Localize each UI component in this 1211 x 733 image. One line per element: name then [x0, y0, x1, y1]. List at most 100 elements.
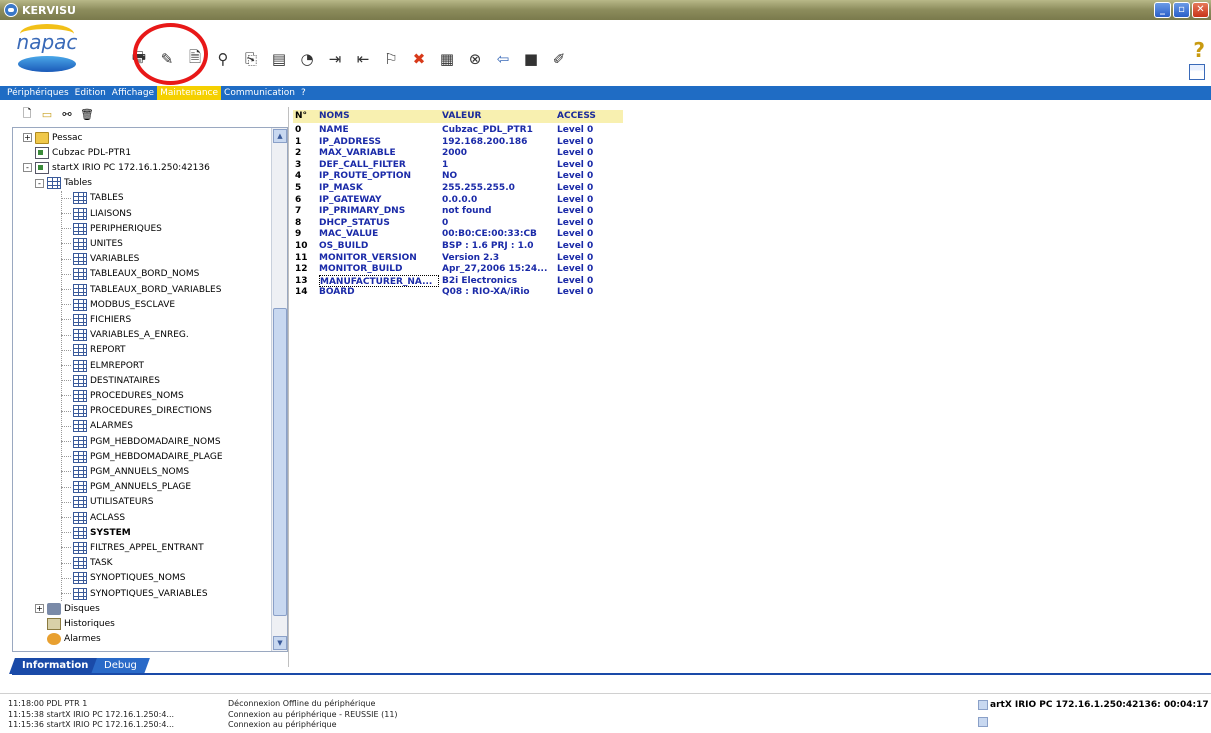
expand-icon[interactable]: + — [35, 604, 44, 614]
cell-no[interactable]: 13 — [295, 275, 317, 287]
help-icon[interactable]: ? — [1193, 38, 1205, 62]
tree-item[interactable]: + Disques — [35, 601, 100, 616]
cell-no[interactable]: 10 — [295, 240, 317, 252]
cell-acc[interactable]: Level 0 — [557, 124, 617, 136]
table-row[interactable]: 3 DEF_CALL_FILTER 1 Level 0 — [293, 159, 623, 171]
tree-item[interactable]: TABLES — [73, 191, 124, 206]
cell-nom[interactable]: BOARD — [319, 286, 439, 298]
scroll-up-button[interactable]: ▲ — [273, 129, 287, 143]
scroll-down-button[interactable]: ▼ — [273, 636, 287, 650]
cell-nom[interactable]: IP_GATEWAY — [319, 194, 439, 206]
cell-val[interactable]: Cubzac_PDL_PTR1 — [442, 124, 554, 136]
cell-val[interactable]: 255.255.255.0 — [442, 182, 554, 194]
cell-val[interactable]: 00:B0:CE:00:33:CB — [442, 228, 554, 240]
cell-nom[interactable]: IP_MASK — [319, 182, 439, 194]
import-icon[interactable]: ⇤ — [352, 48, 374, 70]
properties-icon[interactable]: ▦ — [436, 48, 458, 70]
cell-acc[interactable]: Level 0 — [557, 136, 617, 148]
cell-nom[interactable]: IP_PRIMARY_DNS — [319, 205, 439, 217]
tree-item[interactable]: PERIPHERIQUES — [73, 221, 162, 236]
tree-item[interactable]: ELMREPORT — [73, 358, 144, 373]
table-row[interactable]: 4 IP_ROUTE_OPTION NO Level 0 — [293, 170, 623, 182]
cell-acc[interactable]: Level 0 — [557, 217, 617, 229]
cell-no[interactable]: 9 — [295, 228, 317, 240]
cell-nom[interactable]: MONITOR_VERSION — [319, 252, 439, 264]
tree-item[interactable]: PGM_ANNUELS_PLAGE — [73, 480, 191, 495]
cell-acc[interactable]: Level 0 — [557, 205, 617, 217]
tree-item[interactable]: VARIABLES — [73, 252, 139, 267]
tree-item[interactable]: PROCEDURES_NOMS — [73, 388, 184, 403]
cell-no[interactable]: 11 — [295, 252, 317, 264]
black-panel-icon[interactable]: ■ — [520, 48, 542, 70]
close-button[interactable]: ✕ — [1192, 2, 1209, 18]
cell-val[interactable]: Q08 : RIO-XA/iRio — [442, 286, 554, 298]
cell-no[interactable]: 1 — [295, 136, 317, 148]
table-row[interactable]: 11 MONITOR_VERSION Version 2.3 Level 0 — [293, 252, 623, 264]
cell-no[interactable]: 14 — [295, 286, 317, 298]
binoculars-icon[interactable]: ⚲ — [212, 48, 234, 70]
menu-item-0[interactable]: Périphériques — [4, 86, 72, 100]
cell-val[interactable]: 2000 — [442, 147, 554, 159]
cell-acc[interactable]: Level 0 — [557, 170, 617, 182]
panel-toggle-icon[interactable] — [1189, 64, 1205, 80]
tree-item[interactable]: PGM_ANNUELS_NOMS — [73, 464, 189, 479]
tree-item[interactable]: UNITES — [73, 236, 123, 251]
cancel-icon[interactable]: ✖ — [408, 48, 430, 70]
cell-val[interactable]: 0.0.0.0 — [442, 194, 554, 206]
tree-item[interactable]: ACLASS — [73, 510, 125, 525]
collapse-icon[interactable]: - — [23, 163, 32, 173]
expand-icon[interactable]: + — [23, 133, 32, 142]
cell-nom[interactable]: MAC_VALUE — [319, 228, 439, 240]
tree-item[interactable]: FILTRES_APPEL_ENTRANT — [73, 540, 204, 555]
tree-item[interactable]: PGM_HEBDOMADAIRE_PLAGE — [73, 449, 223, 464]
tree-item[interactable]: VARIABLES_A_ENREG. — [73, 328, 189, 343]
cell-acc[interactable]: Level 0 — [557, 182, 617, 194]
cell-acc[interactable]: Level 0 — [557, 286, 617, 298]
menu-item-3[interactable]: Maintenance — [157, 86, 222, 100]
tree-item[interactable]: FICHIERS — [73, 312, 131, 327]
cell-acc[interactable]: Level 0 — [557, 228, 617, 240]
tree-item[interactable]: PROCEDURES_DIRECTIONS — [73, 404, 212, 419]
maximize-button[interactable]: ▫ — [1173, 2, 1190, 18]
cell-nom[interactable]: NAME — [319, 124, 439, 136]
table-row[interactable]: 6 IP_GATEWAY 0.0.0.0 Level 0 — [293, 194, 623, 206]
tree-item[interactable]: - Tables — [35, 176, 92, 191]
table-row[interactable]: 9 MAC_VALUE 00:B0:CE:00:33:CB Level 0 — [293, 228, 623, 240]
status-scroll-up[interactable] — [978, 699, 988, 710]
cell-no[interactable]: 4 — [295, 170, 317, 182]
copy-icon[interactable]: ⎘ — [240, 48, 262, 70]
paste-icon[interactable]: ▤ — [268, 48, 290, 70]
cell-no[interactable]: 3 — [295, 159, 317, 171]
tree-item[interactable]: TABLEAUX_BORD_VARIABLES — [73, 282, 221, 297]
cell-val[interactable]: BSP : 1.6 PRJ : 1.0 — [442, 240, 554, 252]
tree-item[interactable]: LIAISONS — [73, 206, 132, 221]
cell-val[interactable]: Apr_27,2006 15:24... — [442, 263, 554, 275]
cell-acc[interactable]: Level 0 — [557, 147, 617, 159]
tab-debug[interactable]: Debug — [91, 658, 151, 674]
cell-nom[interactable]: MANUFACTURER_NA... — [319, 274, 439, 287]
cell-no[interactable]: 6 — [295, 194, 317, 206]
tree-item[interactable]: PGM_HEBDOMADAIRE_NOMS — [73, 434, 221, 449]
collapse-icon[interactable]: - — [35, 178, 44, 188]
menu-item-4[interactable]: Communication — [221, 86, 298, 100]
cell-nom[interactable]: DHCP_STATUS — [319, 217, 439, 229]
export-icon[interactable]: ⇥ — [324, 48, 346, 70]
menu-item-5[interactable]: ? — [298, 86, 309, 100]
cell-no[interactable]: 7 — [295, 205, 317, 217]
connect-icon[interactable]: ⚯ — [60, 107, 74, 121]
brush-icon[interactable]: ✐ — [548, 48, 570, 70]
tree-item[interactable]: SYNOPTIQUES_VARIABLES — [73, 586, 208, 601]
table-row[interactable]: 2 MAX_VARIABLE 2000 Level 0 — [293, 147, 623, 159]
tree-item[interactable]: REPORT — [73, 343, 126, 358]
cell-nom[interactable]: MONITOR_BUILD — [319, 263, 439, 275]
tab-information[interactable]: Information — [9, 658, 102, 674]
tree-item[interactable]: Alarmes — [47, 632, 101, 647]
tree-scrollbar[interactable]: ▲ ▼ — [271, 128, 287, 651]
table-row[interactable]: 5 IP_MASK 255.255.255.0 Level 0 — [293, 182, 623, 194]
tree-item[interactable]: DESTINATAIRES — [73, 373, 160, 388]
cell-val[interactable]: Version 2.3 — [442, 252, 554, 264]
tree-item[interactable]: - startX IRIO PC 172.16.1.250:42136 — [23, 160, 210, 175]
cell-val[interactable]: 0 — [442, 217, 554, 229]
table-row[interactable]: 14 BOARD Q08 : RIO-XA/iRio Level 0 — [293, 286, 623, 298]
tree-item[interactable]: SYSTEM — [73, 525, 131, 540]
